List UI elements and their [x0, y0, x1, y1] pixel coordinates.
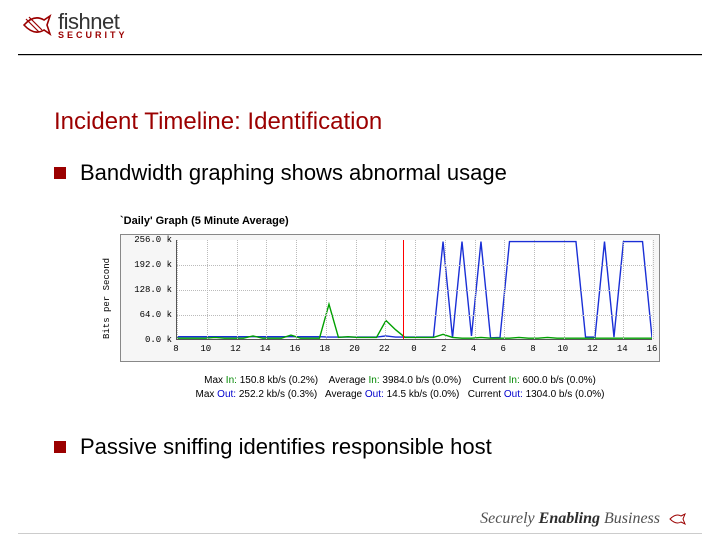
x-tick: 20 [349, 344, 360, 354]
bullet-2: Passive sniffing identifies responsible … [54, 434, 492, 460]
x-tick: 14 [260, 344, 271, 354]
x-tick: 8 [530, 344, 535, 354]
bullet-1-text: Bandwidth graphing shows abnormal usage [80, 160, 507, 186]
chart-title: `Daily' Graph (5 Minute Average) [120, 215, 289, 227]
x-tick: 10 [557, 344, 568, 354]
bullet-icon [54, 167, 66, 179]
bullet-icon [54, 441, 66, 453]
x-tick: 6 [501, 344, 506, 354]
divider-top [18, 54, 702, 56]
stats-row-out: Max Out: 252.2 kb/s (0.3%) Average Out: … [140, 388, 660, 402]
gridline [356, 240, 357, 339]
gridline [266, 240, 267, 339]
x-tick: 0 [411, 344, 416, 354]
x-tick: 12 [230, 344, 241, 354]
current-time-marker [403, 240, 404, 339]
x-tick: 2 [441, 344, 446, 354]
x-tick: 8 [173, 344, 178, 354]
y-tick: 256.0 k [124, 235, 172, 245]
chart-stats: Max In: 150.8 kb/s (0.2%) Average In: 39… [140, 374, 660, 401]
x-tick: 22 [379, 344, 390, 354]
logo: fishnet SECURITY [20, 10, 128, 40]
gridline [296, 240, 297, 339]
fish-icon [668, 512, 686, 526]
footer: Securely Enabling Business [480, 510, 686, 528]
footer-text: Securely Enabling Business [480, 510, 660, 528]
fish-icon [20, 10, 52, 40]
y-tick: 0.0 k [124, 335, 172, 345]
gridline [177, 240, 178, 339]
y-tick: 64.0 k [124, 310, 172, 320]
gridline [207, 240, 208, 339]
gridline [623, 240, 624, 339]
x-tick: 16 [647, 344, 658, 354]
x-tick: 10 [200, 344, 211, 354]
divider-bottom [18, 533, 702, 534]
stats-row-in: Max In: 150.8 kb/s (0.2%) Average In: 39… [140, 374, 660, 388]
x-tick: 14 [617, 344, 628, 354]
x-tick: 18 [319, 344, 330, 354]
page-title: Incident Timeline: Identification [54, 108, 382, 136]
gridline [504, 240, 505, 339]
logo-sub: SECURITY [58, 31, 128, 40]
x-tick: 4 [471, 344, 476, 354]
gridline [594, 240, 595, 339]
logo-text: fishnet SECURITY [58, 11, 128, 40]
y-axis-label: Bits per Second [102, 240, 114, 356]
gridline [326, 240, 327, 339]
gridline [564, 240, 565, 339]
gridline [237, 240, 238, 339]
y-tick: 192.0 k [124, 260, 172, 270]
bullet-2-text: Passive sniffing identifies responsible … [80, 434, 492, 460]
y-tick: 128.0 k [124, 285, 172, 295]
gridline [445, 240, 446, 339]
gridline [653, 240, 654, 339]
gridline [475, 240, 476, 339]
x-tick: 12 [587, 344, 598, 354]
gridline [415, 240, 416, 339]
x-tick: 16 [290, 344, 301, 354]
gridline [534, 240, 535, 339]
chart-plot [176, 240, 652, 340]
bullet-1: Bandwidth graphing shows abnormal usage [54, 160, 507, 186]
gridline [385, 240, 386, 339]
